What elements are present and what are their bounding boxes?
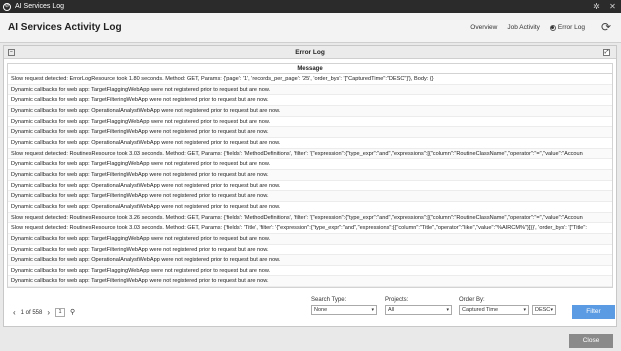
error-log-grid: Message Slow request detected: ErrorLogR… xyxy=(7,63,613,288)
projects-value: All xyxy=(388,307,395,313)
projects-select[interactable]: All ▾ xyxy=(385,305,452,315)
search-type-filter: Search Type: None ▾ xyxy=(311,297,377,315)
table-row[interactable]: Dynamic callbacks for web app: TargetFil… xyxy=(8,191,612,202)
radio-selected-icon[interactable] xyxy=(549,24,556,31)
window-controls: ✲ ✕ xyxy=(592,2,617,11)
table-row[interactable]: Dynamic callbacks for web app: Operation… xyxy=(8,287,612,288)
table-row[interactable]: Slow request detected: RoutinesResource … xyxy=(8,148,612,160)
table-row[interactable]: Dynamic callbacks for web app: Operation… xyxy=(8,255,612,266)
panel-header: − Error Log ⤢ xyxy=(4,46,616,59)
order-by-filter: Order By: Captured Time ▾ DESC ▾ xyxy=(459,297,556,315)
chevron-down-icon: ▾ xyxy=(550,307,553,313)
refresh-icon[interactable]: ⟳ xyxy=(600,21,612,33)
table-row[interactable]: Slow request detected: RoutinesResource … xyxy=(8,223,612,234)
table-row[interactable]: Dynamic callbacks for web app: TargetFla… xyxy=(8,233,612,245)
chevron-down-icon: ▾ xyxy=(371,307,374,313)
grid-rows: Slow request detected: ErrorLogResource … xyxy=(8,74,612,288)
order-by-label: Order By: xyxy=(459,297,485,303)
close-icon[interactable]: ✕ xyxy=(608,2,617,11)
table-row[interactable]: Dynamic callbacks for web app: TargetFil… xyxy=(8,95,612,106)
prev-page-icon[interactable]: ‹ xyxy=(13,308,16,317)
table-row[interactable]: Dynamic callbacks for web app: TargetFla… xyxy=(8,266,612,277)
app-logo-icon: ⊘ xyxy=(3,2,11,11)
projects-filter: Projects: All ▾ xyxy=(385,297,452,315)
table-row[interactable]: Dynamic callbacks for web app: Operation… xyxy=(8,202,612,213)
filter-button[interactable]: Filter xyxy=(572,305,615,319)
nav-job-activity[interactable]: Job Activity xyxy=(507,24,540,31)
error-log-panel: − Error Log ⤢ Message Slow request detec… xyxy=(3,45,617,327)
projects-label: Projects: xyxy=(385,297,409,303)
window-title: AI Services Log xyxy=(15,3,65,10)
chevron-down-icon: ▾ xyxy=(523,307,526,313)
search-type-value: None xyxy=(314,307,328,313)
table-row[interactable]: Dynamic callbacks for web app: TargetFil… xyxy=(8,127,612,138)
page-title: AI Services Activity Log xyxy=(8,22,122,33)
table-row[interactable]: Dynamic callbacks for web app: TargetFil… xyxy=(8,276,612,287)
page-header: AI Services Activity Log Overview Job Ac… xyxy=(0,13,621,43)
sort-direction-select[interactable]: DESC ▾ xyxy=(532,305,556,315)
nav-overview[interactable]: Overview xyxy=(470,24,497,31)
column-header-message[interactable]: Message xyxy=(8,64,612,74)
sort-direction-value: DESC xyxy=(535,307,551,313)
table-row[interactable]: Slow request detected: RoutinesResource … xyxy=(8,212,612,224)
nav-error-log[interactable]: Error Log xyxy=(549,24,585,31)
table-row[interactable]: Dynamic callbacks for web app: Operation… xyxy=(8,181,612,192)
collapse-icon[interactable]: − xyxy=(8,49,15,56)
table-row[interactable]: Dynamic callbacks for web app: TargetFla… xyxy=(8,84,612,96)
table-row[interactable]: Dynamic callbacks for web app: TargetFla… xyxy=(8,117,612,128)
panel-title: Error Log xyxy=(295,49,325,56)
table-row[interactable]: Dynamic callbacks for web app: TargetFil… xyxy=(8,245,612,256)
table-row[interactable]: Dynamic callbacks for web app: TargetFla… xyxy=(8,159,612,170)
page-number-input[interactable]: 1 xyxy=(55,308,66,317)
table-row[interactable]: Dynamic callbacks for web app: Operation… xyxy=(8,105,612,117)
order-by-select[interactable]: Captured Time ▾ xyxy=(459,305,529,315)
table-row[interactable]: Slow request detected: ErrorLogResource … xyxy=(8,74,612,85)
page-info: 1 of 558 xyxy=(20,309,43,316)
pagination: ‹ 1 of 558 › 1 ⚲ xyxy=(13,308,75,317)
expand-icon[interactable]: ⤢ xyxy=(603,49,610,56)
nav-error-log-label: Error Log xyxy=(557,24,585,31)
order-by-value: Captured Time xyxy=(462,307,499,313)
settings-icon[interactable]: ✲ xyxy=(592,2,601,11)
search-type-label: Search Type: xyxy=(311,297,347,303)
close-button[interactable]: Close xyxy=(569,334,613,348)
chevron-down-icon: ▾ xyxy=(446,307,449,313)
table-row[interactable]: Dynamic callbacks for web app: Operation… xyxy=(8,138,612,149)
search-icon[interactable]: ⚲ xyxy=(70,309,75,316)
table-row[interactable]: Dynamic callbacks for web app: TargetFil… xyxy=(8,169,612,181)
window-titlebar: ⊘ AI Services Log ✲ ✕ xyxy=(0,0,621,13)
next-page-icon[interactable]: › xyxy=(47,308,50,317)
view-nav: Overview Job Activity Error Log xyxy=(470,24,585,31)
search-type-select[interactable]: None ▾ xyxy=(311,305,377,315)
